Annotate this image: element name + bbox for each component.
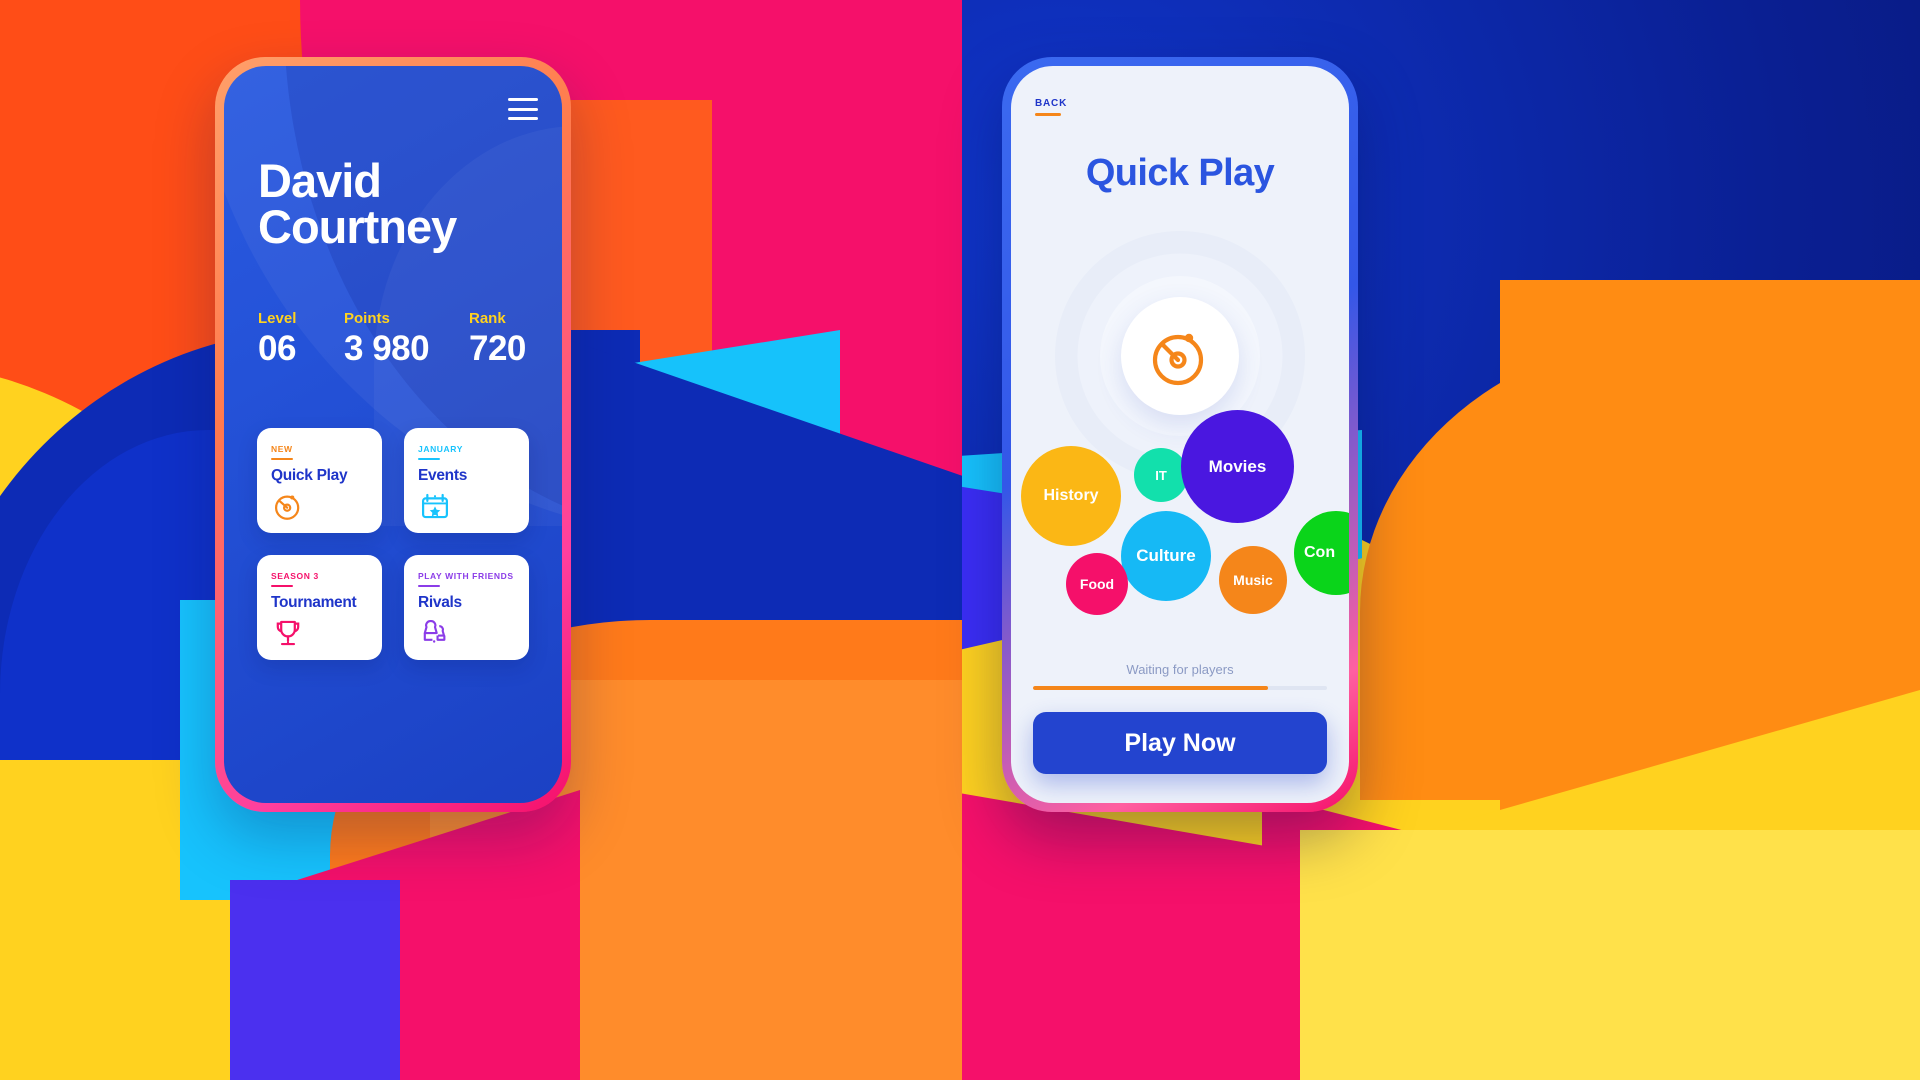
card-rule [271,585,293,587]
bubble-food[interactable]: Food [1066,553,1128,615]
bg-shape-violet [230,880,400,1080]
menu-cards-grid: NEW Quick Play JANUARY Events SEASON 3 T… [257,428,529,660]
stat-label: Rank [469,310,506,327]
stat-points: Points 3 980 [344,310,469,369]
bubble-con[interactable]: Con [1294,511,1349,595]
play-now-button[interactable]: Play Now [1033,712,1327,774]
card-events[interactable]: JANUARY Events [404,428,529,533]
stat-label: Points [344,310,390,327]
card-tag: NEW [271,444,293,454]
card-quick-play[interactable]: NEW Quick Play [257,428,382,533]
card-rule [271,458,293,460]
bubble-movies[interactable]: Movies [1181,410,1294,523]
bubble-culture[interactable]: Culture [1121,511,1211,601]
bubble-label: Movies [1208,456,1267,476]
back-button[interactable]: BACK [1035,98,1067,116]
bubble-label: Con [1304,544,1336,561]
card-tag: JANUARY [418,444,463,454]
stat-value: 3 980 [344,329,430,368]
back-label: BACK [1035,98,1068,109]
card-title: Tournament [271,594,357,611]
bubble-label: Culture [1136,546,1196,565]
profile-screen: David Courtney Level 06 Points 3 980 Ran… [224,66,562,803]
menu-line [508,98,538,101]
bubble-label: Music [1233,572,1273,588]
bubble-label: IT [1155,467,1167,483]
back-underline [1035,113,1061,116]
stat-level: Level 06 [258,310,344,369]
bubble-label: History [1043,487,1099,504]
card-rule [418,585,440,587]
stats-row: Level 06 Points 3 980 Rank 720 [258,310,548,369]
card-tag: SEASON 3 [271,571,319,581]
radar-timer-icon [1152,333,1204,386]
quickplay-screen: BACK Quick Play History IT Movies Cultur… [1011,66,1349,803]
card-tag: PLAY WITH FRIENDS [418,571,514,581]
bubble-it[interactable]: IT [1134,448,1188,502]
people-group-icon [423,620,446,643]
progress-bar [1033,686,1327,690]
hamburger-menu-icon[interactable] [508,98,538,120]
card-tournament[interactable]: SEASON 3 Tournament [257,555,382,660]
bubble-label: Food [1079,576,1115,592]
category-bubbles: History IT Movies Culture Food Music Con [1011,406,1349,656]
radar-timer-icon [274,495,300,520]
menu-line [508,107,538,111]
bg-shape-r-yellow-right-2 [1300,830,1920,1080]
page-title: Quick Play [1085,152,1275,194]
progress-bar-fill [1033,686,1269,690]
status-text: Waiting for players [1126,662,1234,677]
stat-label: Level [258,310,297,327]
stat-value: 720 [469,329,526,368]
menu-line [508,117,538,120]
user-last-name: Courtney [258,200,457,254]
card-rule [418,458,440,460]
trophy-icon [276,620,300,646]
card-title: Rivals [418,594,462,611]
bubble-music[interactable]: Music [1219,546,1287,614]
phone-mockup-profile: David Courtney Level 06 Points 3 980 Ran… [215,57,571,812]
card-rivals[interactable]: PLAY WITH FRIENDS Rivals [404,555,529,660]
ripple-ring-core [1121,297,1239,415]
user-first-name: David [258,154,382,207]
stat-value: 06 [258,329,296,368]
stat-rank: Rank 720 [469,310,548,369]
page-title: David Courtney [258,154,457,254]
calendar-star-icon [421,493,449,519]
card-title: Quick Play [271,467,348,484]
card-title: Events [418,467,468,484]
phone-mockup-quickplay: BACK Quick Play History IT Movies Cultur… [1002,57,1358,812]
bubble-history[interactable]: History [1021,446,1121,546]
